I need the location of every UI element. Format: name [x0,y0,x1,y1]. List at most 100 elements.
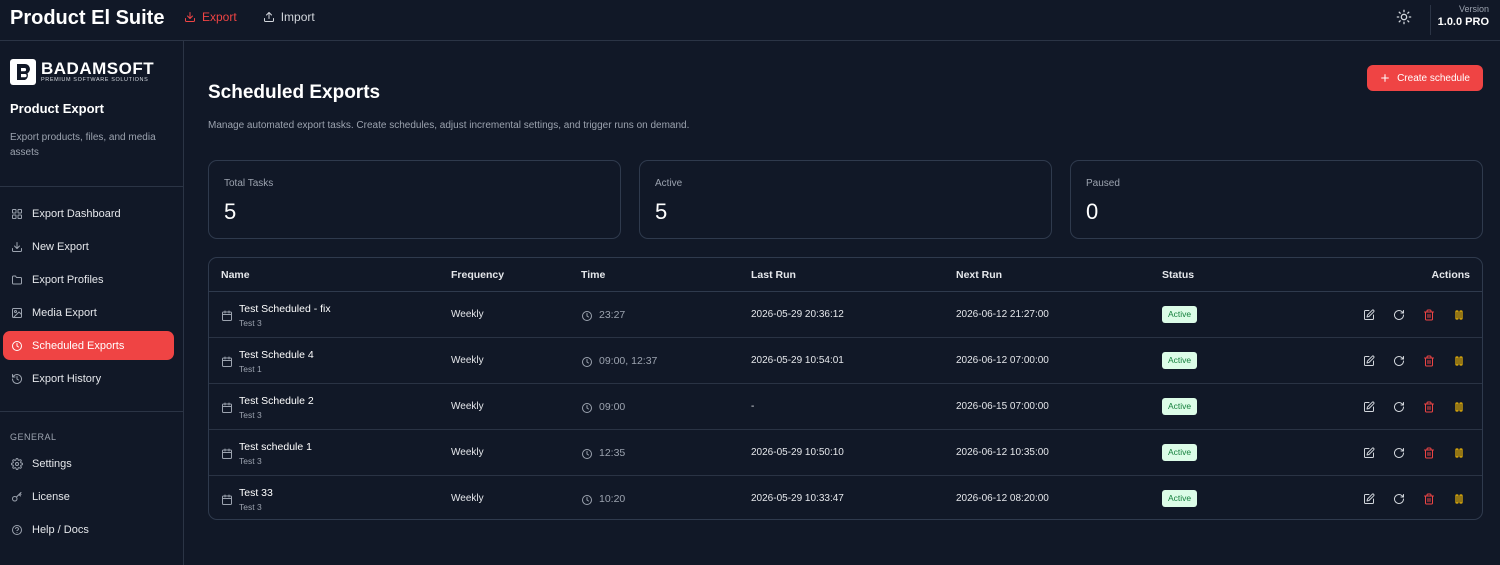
column-header-time: Time [581,269,606,281]
stat-label: Active [655,178,683,189]
trash-button[interactable] [1423,446,1435,459]
schedule-next-run: 2026-06-12 08:20:00 [956,493,1049,504]
sidebar-item-export-history[interactable]: Export History [3,364,174,393]
pause-button[interactable] [1453,492,1465,504]
edit-button[interactable] [1363,446,1375,458]
trash-icon [1423,308,1435,321]
table-row[interactable]: Test Scheduled - fix Test 3 Weekly 23:27 202… [209,292,1482,338]
pause-icon [1453,354,1465,366]
trash-icon [1423,354,1435,367]
stat-value: 0 [1086,199,1099,224]
status-badge: Active [1162,444,1198,461]
page-title: Scheduled Exports [208,82,381,103]
clock-icon [581,355,593,367]
image-icon [12,307,22,318]
table-row[interactable]: Test Schedule 4 Test 1 Weekly 09:00, 12:37 2… [209,338,1482,384]
logo-tagline: PREMIUM SOFTWARE SOLUTIONS [41,77,149,83]
status-badge: Active [1162,306,1198,323]
table-row[interactable]: Test 33 Test 3 Weekly 10:20 2026-05-29 10:33… [209,476,1482,519]
pause-icon [1453,308,1465,320]
pause-icon [1453,492,1465,504]
sidebar-item-label: License [32,490,70,503]
schedule-next-run: 2026-06-12 21:27:00 [956,309,1049,320]
edit-button[interactable] [1363,400,1375,412]
schedule-name: Test Scheduled - fix [239,303,331,315]
pause-button[interactable] [1453,354,1465,366]
sidebar-item-media-export[interactable]: Media Export [3,298,174,327]
folder-icon [12,275,22,284]
badamsoft-logo-icon [10,59,36,85]
clock-icon [12,340,22,351]
top-nav: Export Import [184,10,315,24]
status-badge: Active [1162,398,1198,415]
schedule-profile: Test 3 [239,318,262,328]
status-badge: Active [1162,352,1198,369]
sidebar-item-export-dashboard[interactable]: Export Dashboard [3,199,174,228]
version-divider [1430,5,1431,35]
calendar-icon [221,401,233,413]
refresh-button[interactable] [1393,354,1405,366]
schedule-next-run: 2026-06-12 10:35:00 [956,447,1049,458]
sidebar-item-new-export[interactable]: New Export [3,232,174,261]
clock-icon [581,309,593,321]
pause-button[interactable] [1453,308,1465,320]
refresh-button[interactable] [1393,446,1405,458]
trash-icon [1423,446,1435,459]
logo-text: BADAMSOFT PREMIUM SOFTWARE SOLUTIONS [41,60,154,84]
status-badge: Active [1162,490,1198,507]
schedule-frequency: Weekly [451,493,484,504]
column-header-last-run: Last Run [751,269,796,281]
refresh-icon [1393,354,1405,366]
stat-card-active: Active 5 [639,160,1052,239]
trash-button[interactable] [1423,354,1435,367]
schedule-time: 23:27 [599,309,626,321]
trash-icon [1423,400,1435,413]
schedule-profile: Test 3 [239,410,262,420]
edit-button[interactable] [1363,308,1375,320]
schedule-last-run: - [751,401,755,412]
schedule-next-run: 2026-06-15 07:00:00 [956,401,1049,412]
create-schedule-button[interactable]: Create schedule [1367,65,1483,91]
pause-button[interactable] [1453,446,1465,458]
app-title: Product El Suite [10,7,165,29]
refresh-button[interactable] [1393,308,1405,320]
calendar-icon [221,309,233,321]
edit-icon [1363,492,1375,504]
stat-label: Paused [1086,178,1120,189]
table-row[interactable]: Test Schedule 2 Test 3 Weekly 09:00 - 2026-06… [209,384,1482,430]
column-header-next-run: Next Run [956,269,1003,281]
calendar-icon [221,447,233,459]
sidebar-item-label: Settings [32,457,72,470]
sidebar-item-export-profiles[interactable]: Export Profiles [3,265,174,294]
schedule-frequency: Weekly [451,447,484,458]
nav-import-tab[interactable]: Import [263,10,315,24]
trash-icon [1423,492,1435,505]
edit-button[interactable] [1363,354,1375,366]
download-icon [12,241,22,252]
sidebar-item-label: Export Profiles [32,273,104,286]
column-header-name: Name [221,269,250,281]
refresh-button[interactable] [1393,400,1405,412]
refresh-icon [1393,400,1405,412]
sidebar-item-scheduled-exports[interactable]: Scheduled Exports [3,331,174,360]
table-row[interactable]: Test schedule 1 Test 3 Weekly 12:35 2026-05-… [209,430,1482,476]
column-header-actions: Actions [1431,269,1470,281]
sidebar-item-help-docs[interactable]: Help / Docs [3,515,174,544]
sidebar-item-settings[interactable]: Settings [3,449,174,478]
trash-button[interactable] [1423,492,1435,505]
trash-button[interactable] [1423,400,1435,413]
sidebar-item-license[interactable]: License [3,482,174,511]
nav-import-label: Import [280,10,315,24]
nav-export-tab[interactable]: Export [184,10,237,24]
edit-button[interactable] [1363,492,1375,504]
trash-button[interactable] [1423,308,1435,321]
sun-icon[interactable] [1396,9,1412,25]
sidebar-item-label: Export History [32,372,102,385]
refresh-button[interactable] [1393,492,1405,504]
stat-value: 5 [655,199,668,224]
schedule-profile: Test 1 [239,364,262,374]
pause-button[interactable] [1453,400,1465,412]
pause-icon [1453,400,1465,412]
column-header-frequency: Frequency [451,269,505,281]
upload-icon [263,12,274,22]
